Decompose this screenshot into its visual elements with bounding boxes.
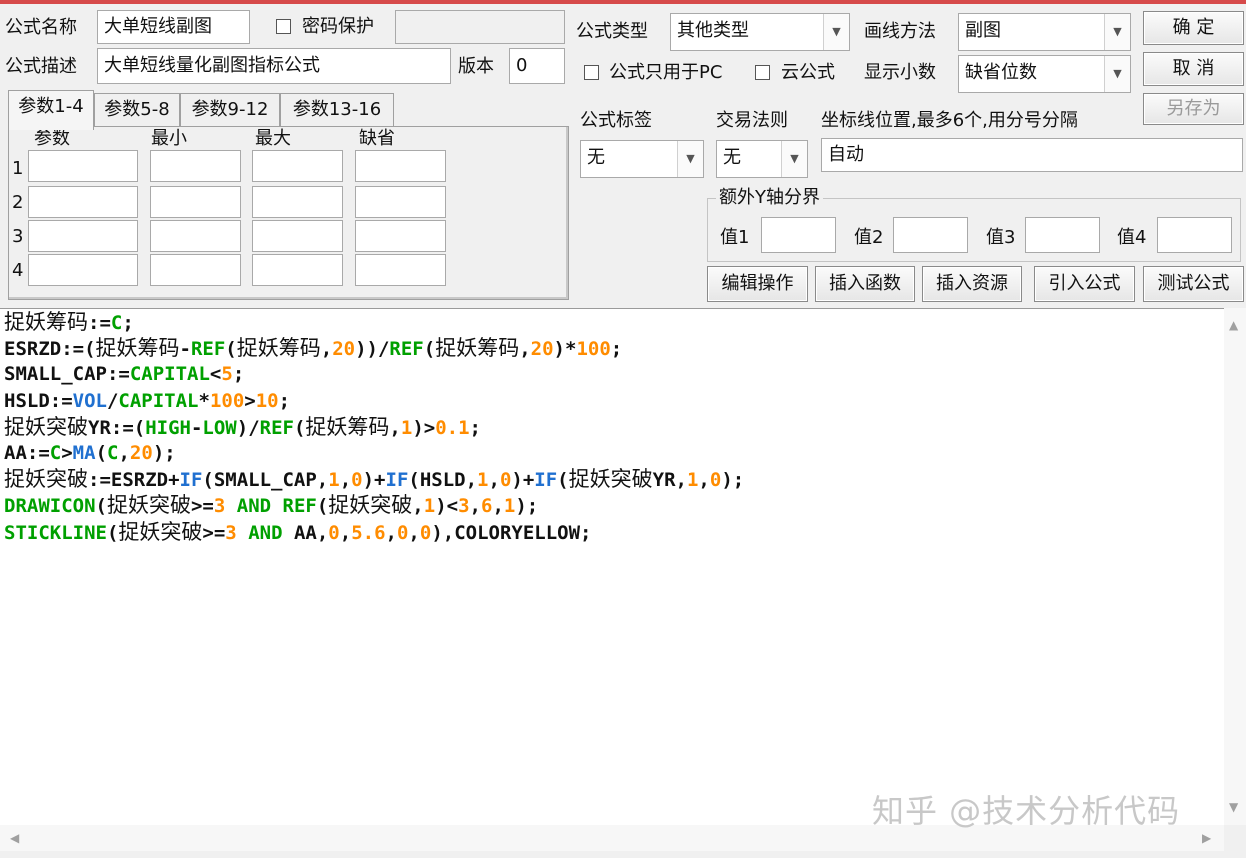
tab-params-13-16[interactable]: 参数13-16	[280, 93, 394, 127]
param-row-num: 4	[12, 260, 24, 281]
code-line: STICKLINE(捉妖突破>=3 AND AA,0,5.6,0,0),COLO…	[4, 519, 592, 544]
chevron-down-icon[interactable]: ▼	[677, 141, 703, 177]
password-protect-label: 密码保护	[302, 16, 374, 37]
formula-tag-label: 公式标签	[580, 110, 652, 131]
cloud-formula-checkbox[interactable]	[755, 65, 770, 80]
show-decimals-label: 显示小数	[864, 62, 936, 83]
version-label: 版本	[458, 56, 494, 77]
formula-name-input[interactable]: 大单短线副图	[97, 10, 250, 44]
param-max-input-3[interactable]	[252, 220, 343, 252]
formula-desc-input[interactable]: 大单短线量化副图指标公式	[97, 48, 451, 84]
code-line: ESRZD:=(捉妖筹码-REF(捉妖筹码,20))/REF(捉妖筹码,20)*…	[4, 336, 623, 361]
param-max-input-4[interactable]	[252, 254, 343, 286]
show-decimals-select[interactable]: 缺省位数 ▼	[958, 55, 1131, 93]
code-editor[interactable]: 捉妖筹码:=C; ESRZD:=(捉妖筹码-REF(捉妖筹码,20))/REF(…	[0, 308, 1224, 825]
formula-tag-select[interactable]: 无 ▼	[580, 140, 704, 178]
value4-input[interactable]	[1157, 217, 1232, 253]
formula-type-value: 其他类型	[677, 20, 749, 41]
cancel-button[interactable]: 取 消	[1143, 52, 1244, 86]
scroll-down-icon[interactable]: ▼	[1229, 800, 1238, 814]
formula-tag-value: 无	[587, 147, 605, 168]
param-min-input-3[interactable]	[150, 220, 241, 252]
scroll-left-icon[interactable]: ◀	[10, 831, 19, 845]
chevron-down-icon[interactable]: ▼	[823, 14, 849, 50]
param-name-input-4[interactable]	[28, 254, 138, 286]
code-line: 捉妖突破:=ESRZD+IF(SMALL_CAP,1,0)+IF(HSLD,1,…	[4, 467, 745, 492]
code-line: AA:=C>MA(C,20);	[4, 441, 176, 464]
value1-label: 值1	[720, 227, 750, 248]
insert-resource-button[interactable]: 插入资源	[922, 266, 1022, 302]
code-line: SMALL_CAP:=CAPITAL<5;	[4, 363, 245, 386]
scroll-up-icon[interactable]: ▲	[1229, 318, 1238, 332]
value3-label: 值3	[986, 227, 1016, 248]
param-header-min: 最小	[151, 128, 187, 149]
scroll-right-icon[interactable]: ▶	[1202, 831, 1211, 845]
param-default-input-3[interactable]	[355, 220, 446, 252]
param-row-num: 3	[12, 226, 24, 247]
param-name-input-3[interactable]	[28, 220, 138, 252]
param-min-input-2[interactable]	[150, 186, 241, 218]
axis-position-input[interactable]: 自动	[821, 138, 1243, 172]
param-min-input-1[interactable]	[150, 150, 241, 182]
password-input[interactable]	[395, 10, 565, 44]
formula-desc-label: 公式描述	[5, 56, 77, 77]
chevron-down-icon[interactable]: ▼	[1104, 56, 1130, 92]
chevron-down-icon[interactable]: ▼	[781, 141, 807, 177]
param-row-num: 2	[12, 192, 24, 213]
param-header-max: 最大	[255, 128, 291, 149]
watermark: 知乎 @技术分析代码	[872, 792, 1181, 830]
import-formula-button[interactable]: 引入公式	[1034, 266, 1135, 302]
trade-rule-value: 无	[723, 147, 741, 168]
code-line: 捉妖突破YR:=(HIGH-LOW)/REF(捉妖筹码,1)>0.1;	[4, 414, 481, 439]
scrollbar-corner	[1224, 825, 1246, 851]
draw-method-value: 副图	[965, 20, 1001, 41]
param-default-input-1[interactable]	[355, 150, 446, 182]
param-min-input-4[interactable]	[150, 254, 241, 286]
param-default-input-2[interactable]	[355, 186, 446, 218]
code-line: HSLD:=VOL/CAPITAL*100>10;	[4, 389, 291, 412]
formula-type-label: 公式类型	[576, 21, 648, 42]
param-max-input-1[interactable]	[252, 150, 343, 182]
pc-only-checkbox[interactable]	[584, 65, 599, 80]
tab-params-9-12[interactable]: 参数9-12	[180, 93, 280, 127]
password-protect-checkbox[interactable]	[276, 19, 291, 34]
param-row-num: 1	[12, 158, 24, 179]
chevron-down-icon[interactable]: ▼	[1104, 14, 1130, 50]
insert-function-button[interactable]: 插入函数	[815, 266, 915, 302]
trade-rule-select[interactable]: 无 ▼	[716, 140, 808, 178]
ok-button[interactable]: 确 定	[1143, 11, 1244, 45]
pc-only-label: 公式只用于PC	[609, 62, 723, 83]
param-header-default: 缺省	[359, 128, 395, 149]
formula-type-select[interactable]: 其他类型 ▼	[670, 13, 850, 51]
value1-input[interactable]	[761, 217, 836, 253]
tab-params-5-8[interactable]: 参数5-8	[94, 93, 180, 127]
value3-input[interactable]	[1025, 217, 1100, 253]
save-as-button[interactable]: 另存为	[1143, 93, 1244, 125]
tab-params-1-4[interactable]: 参数1-4	[8, 90, 94, 130]
param-header-name: 参数	[34, 128, 70, 149]
axis-position-label: 坐标线位置,最多6个,用分号分隔	[821, 110, 1078, 131]
version-input[interactable]: 0	[509, 48, 565, 84]
window-top-border	[0, 0, 1246, 4]
trade-rule-label: 交易法则	[716, 110, 788, 131]
value4-label: 值4	[1117, 227, 1147, 248]
edit-operation-button[interactable]: 编辑操作	[707, 266, 808, 302]
param-default-input-4[interactable]	[355, 254, 446, 286]
code-line: DRAWICON(捉妖突破>=3 AND REF(捉妖突破,1)<3,6,1);	[4, 493, 539, 518]
cloud-formula-label: 云公式	[781, 62, 835, 83]
draw-method-label: 画线方法	[864, 21, 936, 42]
param-name-input-2[interactable]	[28, 186, 138, 218]
code-line: 捉妖筹码:=C;	[4, 310, 134, 334]
show-decimals-value: 缺省位数	[965, 62, 1037, 83]
vertical-scrollbar[interactable]: ▲ ▼	[1224, 308, 1246, 825]
param-max-input-2[interactable]	[252, 186, 343, 218]
extra-y-axis-label: 额外Y轴分界	[716, 186, 823, 210]
value2-input[interactable]	[893, 217, 968, 253]
value2-label: 值2	[854, 227, 884, 248]
formula-name-label: 公式名称	[5, 17, 77, 38]
draw-method-select[interactable]: 副图 ▼	[958, 13, 1131, 51]
param-name-input-1[interactable]	[28, 150, 138, 182]
test-formula-button[interactable]: 测试公式	[1143, 266, 1244, 302]
